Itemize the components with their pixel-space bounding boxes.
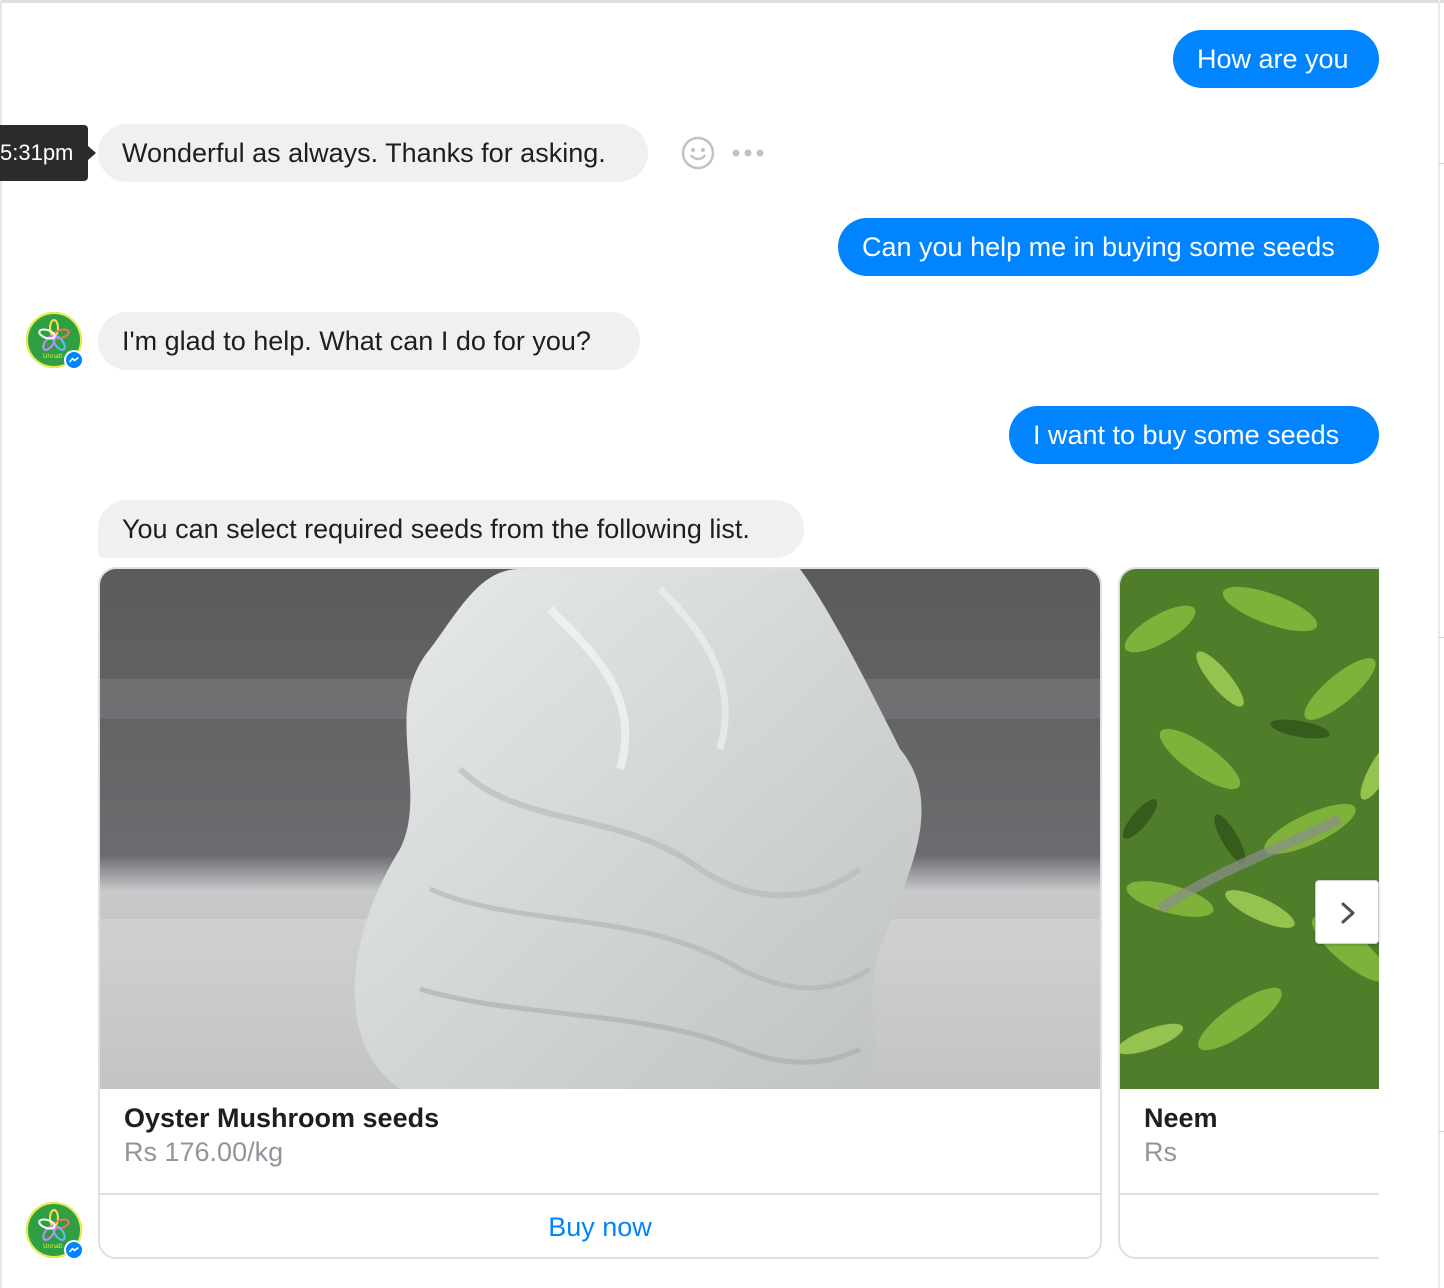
messenger-badge-icon <box>64 1240 84 1260</box>
product-title: Neem <box>1144 1103 1218 1133</box>
bot-avatar[interactable]: Unnati <box>26 1202 84 1260</box>
messenger-badge-icon <box>64 350 84 370</box>
carousel-clip <box>1379 560 1438 1270</box>
divider-tick <box>1438 637 1444 638</box>
bot-avatar[interactable]: Unnati <box>26 312 84 370</box>
window-top-border <box>0 0 1444 3</box>
product-price: Rs <box>1144 1137 1177 1167</box>
avatar-text: Unnati <box>43 353 63 360</box>
message-timestamp-tooltip: 5:31pm <box>0 125 88 181</box>
user-message-bubble[interactable]: I want to buy some seeds <box>1009 406 1379 464</box>
buy-now-button[interactable]: Buy now <box>100 1195 1100 1257</box>
bot-message-bubble[interactable]: You can select required seeds from the f… <box>98 500 804 558</box>
tooltip-arrow <box>88 146 96 160</box>
divider-tick <box>1438 1131 1444 1132</box>
product-price: Rs 176.00/kg <box>124 1137 284 1167</box>
smiley-react-icon[interactable] <box>681 136 715 175</box>
more-options-icon[interactable] <box>731 146 765 165</box>
avatar-text: Unnati <box>43 1243 63 1250</box>
window-right-border <box>1438 0 1440 1288</box>
product-card[interactable]: Oyster Mushroom seeds Rs 176.00/kg Buy n… <box>98 567 1102 1259</box>
user-message-bubble[interactable]: Can you help me in buying some seeds <box>838 218 1379 276</box>
buy-now-button[interactable] <box>1120 1195 1416 1257</box>
bot-message-bubble[interactable]: I'm glad to help. What can I do for you? <box>98 312 640 370</box>
bot-message-bubble[interactable]: Wonderful as always. Thanks for asking. <box>98 124 648 182</box>
product-title: Oyster Mushroom seeds <box>124 1103 440 1133</box>
window-left-border <box>0 0 2 1288</box>
divider-tick <box>1438 163 1444 164</box>
user-message-bubble[interactable]: How are you <box>1173 30 1379 88</box>
mushroom-seed-bag-image <box>100 569 1100 1089</box>
neem-leaves-image <box>1120 569 1416 1089</box>
chevron-right-icon <box>1341 902 1355 924</box>
carousel-next-button[interactable] <box>1315 880 1379 944</box>
